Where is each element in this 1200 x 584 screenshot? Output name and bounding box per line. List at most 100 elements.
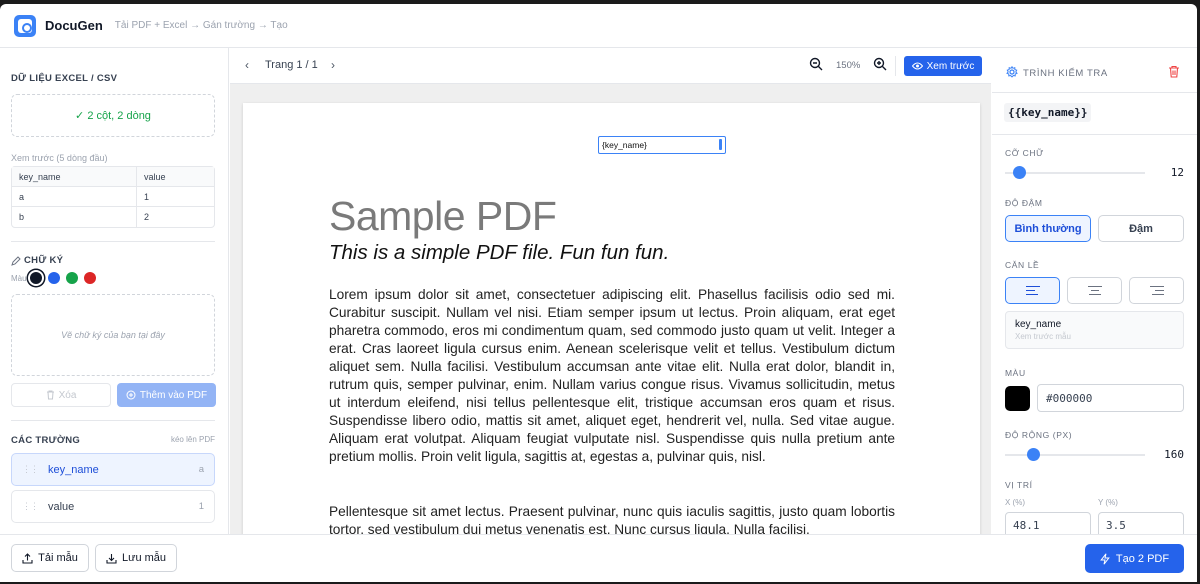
- viewer-toolbar: ‹ Trang 1 / 1 › 150% Xem trước: [230, 48, 991, 84]
- plus-circle-icon: [126, 390, 136, 400]
- header: DocuGen Tải PDF + Excel → Gán trường → T…: [0, 4, 1197, 48]
- signature-actions: Xóa Thêm vào PDF: [11, 383, 216, 407]
- color-label: Màu: [11, 273, 27, 283]
- position-label: VỊ TRÍ: [1005, 480, 1033, 490]
- preview-label: Xem trước (5 dòng đầu): [11, 153, 108, 163]
- y-input[interactable]: 3.5: [1098, 512, 1184, 534]
- zoom-level: 150%: [836, 60, 861, 71]
- pdf-paragraph-1: Lorem ipsum dolor sit amet, consectetuer…: [329, 287, 895, 464]
- color-hex-input[interactable]: #000000: [1037, 384, 1184, 412]
- font-size-value: 12: [1170, 166, 1184, 179]
- footer: Tải mẫu Lưu mẫu Tạo 2 PDF: [0, 534, 1197, 582]
- eye-icon: [911, 62, 923, 70]
- prev-page-button[interactable]: ‹: [245, 58, 249, 72]
- field-name: value: [48, 500, 75, 513]
- field-item-key-name[interactable]: ⋮⋮ key_name a: [11, 453, 215, 486]
- color-swatch-blue[interactable]: [47, 272, 60, 284]
- signature-canvas[interactable]: Vẽ chữ ký của bạn tại đây: [11, 294, 215, 376]
- add-label: Thêm vào PDF: [139, 389, 208, 401]
- divider: [11, 420, 215, 421]
- load-template-button[interactable]: Tải mẫu: [11, 544, 89, 572]
- upload-icon: [22, 552, 33, 564]
- table-header: key_name: [12, 167, 137, 187]
- color-swatch-green[interactable]: [65, 272, 78, 284]
- toolbar-divider: [895, 56, 896, 76]
- weight-bold-button[interactable]: Đậm: [1098, 215, 1184, 242]
- zoom-in-icon[interactable]: [873, 57, 887, 71]
- save-template-button[interactable]: Lưu mẫu: [95, 544, 177, 572]
- weight-label: ĐỘ ĐẬM: [1005, 198, 1043, 208]
- zoom-out-icon[interactable]: [809, 57, 823, 71]
- download-icon: [106, 553, 117, 564]
- align-label: CĂN LỀ: [1005, 260, 1040, 270]
- generate-pdf-button[interactable]: Tạo 2 PDF: [1085, 544, 1184, 573]
- align-left-button[interactable]: [1005, 277, 1060, 304]
- data-section-title: DỮ LIỆU EXCEL / CSV: [11, 73, 118, 84]
- field-name: key_name: [48, 463, 99, 476]
- add-to-pdf-button[interactable]: Thêm vào PDF: [117, 383, 216, 407]
- table-cell: b: [12, 207, 137, 227]
- preview-button[interactable]: Xem trước: [904, 56, 982, 76]
- app-logo-icon: [14, 14, 36, 37]
- color-swatch[interactable]: [1005, 386, 1030, 411]
- signature-color-row: Màu: [11, 272, 102, 284]
- data-status: ✓ 2 cột, 2 dòng: [75, 110, 151, 122]
- page-indicator: Trang 1 / 1: [265, 59, 318, 71]
- table-header: value: [137, 167, 214, 187]
- divider: [11, 241, 215, 242]
- trash-icon: [46, 390, 54, 400]
- excel-dropzone[interactable]: ✓ 2 cột, 2 dòng: [11, 94, 215, 137]
- fields-section-title: CÁC TRƯỜNG: [11, 435, 81, 446]
- table-cell: 2: [144, 212, 150, 222]
- delete-signature-button[interactable]: Xóa: [11, 383, 111, 407]
- next-page-button[interactable]: ›: [331, 58, 335, 72]
- divider: [992, 134, 1197, 135]
- pdf-subtitle: This is a simple PDF file. Fun fun fun.: [329, 241, 670, 264]
- field-item-value[interactable]: ⋮⋮ value 1: [11, 490, 215, 523]
- field-preview-sub: Xem trước mẫu: [1015, 332, 1071, 341]
- breadcrumb: Tải PDF + Excel → Gán trường → Tạo: [114, 20, 288, 31]
- pdf-title: Sample PDF: [329, 193, 557, 239]
- field-preview-card: key_name Xem trước mẫu: [1005, 311, 1184, 349]
- font-size-slider-thumb[interactable]: [1013, 166, 1026, 179]
- field-key-chip: {{key_name}}: [1004, 103, 1092, 122]
- table-row: a 1: [12, 187, 214, 207]
- pdf-paragraph-2: Pellentesque sit amet lectus. Praesent p…: [329, 504, 895, 534]
- field-count: a: [198, 464, 204, 475]
- align-right-icon: [1149, 285, 1164, 296]
- width-slider[interactable]: [1005, 454, 1145, 456]
- table-row: b 2: [12, 207, 214, 227]
- drag-handle-icon[interactable]: ⋮⋮: [22, 464, 39, 475]
- y-label: Y (%): [1098, 498, 1118, 507]
- width-value: 160: [1164, 448, 1184, 461]
- preview-table: key_name value a 1 b 2: [11, 166, 215, 228]
- left-sidebar: DỮ LIỆU EXCEL / CSV ✓ 2 cột, 2 dòng Xem …: [0, 48, 229, 534]
- inspector-panel: TRÌNH KIỂM TRA {{key_name}} CỠ CHỮ 12 ĐỘ…: [992, 48, 1197, 534]
- field-preview-name: key_name: [1015, 319, 1062, 330]
- pen-icon: [11, 255, 21, 266]
- drag-handle-icon[interactable]: ⋮⋮: [22, 501, 39, 512]
- align-center-button[interactable]: [1067, 277, 1122, 304]
- signature-section-title: CHỮ KÝ: [11, 255, 63, 266]
- inspector-title: TRÌNH KIỂM TRA: [1023, 68, 1108, 79]
- x-input[interactable]: 48.1: [1005, 512, 1091, 534]
- signature-placeholder: Vẽ chữ ký của bạn tại đây: [61, 330, 165, 340]
- fields-hint: kéo lên PDF: [170, 435, 215, 444]
- delete-label: Xóa: [58, 389, 77, 401]
- color-swatch-black[interactable]: [29, 272, 42, 284]
- align-left-icon: [1025, 285, 1040, 296]
- placed-field-key-name[interactable]: {key_name}: [598, 136, 726, 154]
- font-size-slider[interactable]: [1005, 172, 1145, 174]
- field-count: 1: [198, 501, 204, 512]
- width-slider-thumb[interactable]: [1027, 448, 1040, 461]
- generate-label: Tạo 2 PDF: [1115, 552, 1170, 565]
- signature-title-text: CHỮ KÝ: [24, 255, 64, 266]
- color-swatch-red[interactable]: [83, 272, 96, 284]
- delete-field-icon[interactable]: [1168, 65, 1180, 78]
- weight-normal-button[interactable]: Bình thường: [1005, 215, 1091, 242]
- x-label: X (%): [1005, 498, 1025, 507]
- table-cell: 1: [137, 187, 214, 207]
- load-template-label: Tải mẫu: [38, 552, 78, 564]
- align-right-button[interactable]: [1129, 277, 1184, 304]
- pdf-page[interactable]: {key_name} Sample PDF This is a simple P…: [243, 103, 980, 534]
